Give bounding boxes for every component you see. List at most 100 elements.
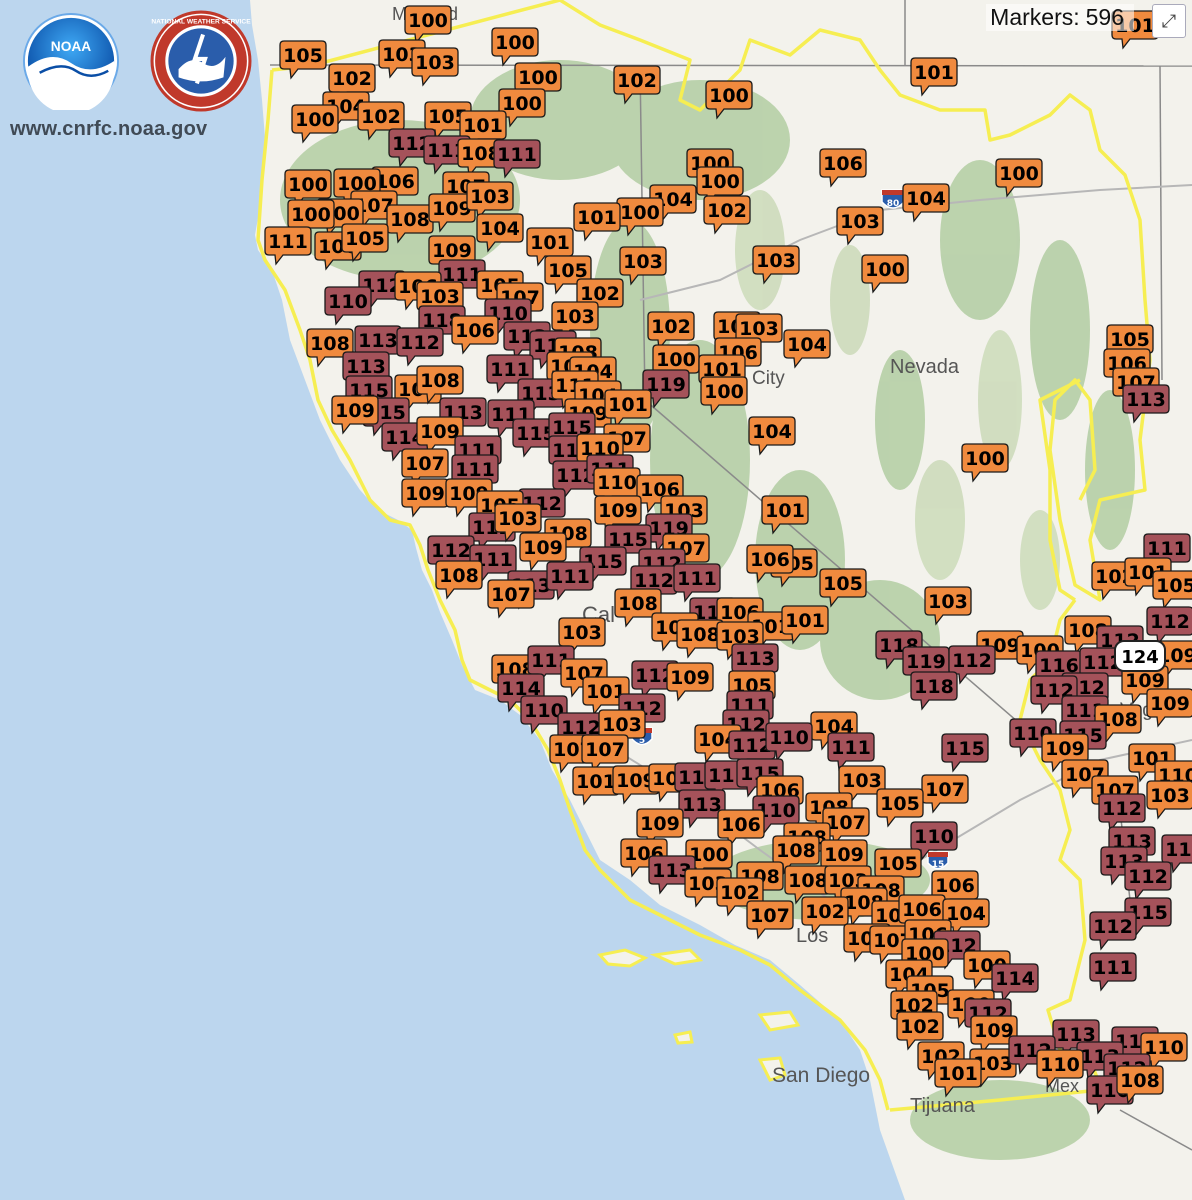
- temp-marker-value: 101: [530, 232, 570, 254]
- temp-marker-value: 100: [502, 93, 542, 115]
- nws-logo-icon: NATIONAL WEATHER SERVICE: [150, 10, 252, 112]
- temp-marker-value: 101: [577, 207, 617, 229]
- temp-marker-value: 104: [906, 188, 946, 210]
- temp-marker-value: 103: [739, 318, 779, 340]
- temp-marker-value: 103: [1150, 785, 1190, 807]
- temp-marker-value: 106: [375, 171, 415, 193]
- marker-count-label: Markers:: [990, 4, 1080, 30]
- temp-marker-value: 109: [523, 537, 563, 559]
- temp-marker-value: 104: [946, 903, 986, 925]
- temp-marker-value: 106: [935, 875, 975, 897]
- temp-marker-value: 102: [332, 68, 372, 90]
- temp-marker-value: 112: [400, 332, 440, 354]
- temp-marker-value: 112: [1093, 916, 1133, 938]
- temp-marker-value: 100: [965, 448, 1005, 470]
- logo-area: NOAA NATIONAL WEATHER SERVICE www.cnrfc.…: [8, 6, 256, 144]
- temp-marker-value: 101: [785, 610, 825, 632]
- temp-marker-value: 100: [865, 259, 905, 281]
- temp-marker-value: 111: [455, 459, 495, 481]
- temp-marker-value: 107: [826, 812, 866, 834]
- temp-marker-value: 109: [670, 667, 710, 689]
- temp-marker-value: 111: [550, 566, 590, 588]
- temp-marker-value: 103: [842, 770, 882, 792]
- temp-marker-value: 109: [974, 1020, 1014, 1042]
- temp-marker-value: 111: [268, 231, 308, 253]
- city-label-san-diego: San Diego: [772, 1064, 870, 1087]
- temp-marker-value: 113: [346, 356, 386, 378]
- temp-marker-value: 105: [283, 45, 323, 67]
- temp-marker-value: 109: [1045, 738, 1085, 760]
- temp-marker-value: 100: [495, 32, 535, 54]
- temp-marker-value: 106: [455, 320, 495, 342]
- temp-marker-value: 106: [750, 549, 790, 571]
- marker-count: Markers: 596: [986, 4, 1134, 31]
- temp-marker-value: 108: [618, 593, 658, 615]
- temp-marker-value: 107: [750, 905, 790, 927]
- noaa-logo-text: NOAA: [51, 39, 91, 54]
- temp-marker-value: 108: [439, 565, 479, 587]
- temp-marker-value: 112: [1150, 611, 1190, 633]
- temp-marker-value: 111: [497, 144, 537, 166]
- temp-marker-value: 108: [776, 840, 816, 862]
- temp-marker-value: 100: [291, 204, 331, 226]
- temp-marker-value: 100: [709, 85, 749, 107]
- temp-marker-value: 119: [906, 651, 946, 673]
- temp-marker-value: 100: [620, 202, 660, 224]
- temp-marker-value: 103: [498, 508, 538, 530]
- temp-marker-value: 109: [432, 240, 472, 262]
- temp-marker-value: 109: [598, 500, 638, 522]
- temp-marker-value: 105: [823, 573, 863, 595]
- temp-marker-value: 113: [1126, 389, 1166, 411]
- temp-marker-value: 103: [840, 211, 880, 233]
- temp-marker-value: 111: [831, 737, 871, 759]
- temp-marker-value: 104: [480, 218, 520, 240]
- temp-marker-value: 107: [491, 584, 531, 606]
- temp-marker-value: 105: [1110, 329, 1150, 351]
- temp-marker-value: 112: [952, 650, 992, 672]
- temp-marker-value: 109: [335, 400, 375, 422]
- temp-marker-value: 106: [721, 814, 761, 836]
- route-shield-124: 124: [1114, 640, 1166, 672]
- temp-marker-value: 103: [420, 286, 460, 308]
- temp-marker-value: 109: [640, 813, 680, 835]
- temp-marker-value: 110: [769, 727, 809, 749]
- temp-marker-value: 108: [680, 624, 720, 646]
- temp-marker-value: 100: [999, 163, 1039, 185]
- temp-marker-value: 111: [1093, 957, 1133, 979]
- temp-marker-value: 105: [1156, 575, 1192, 597]
- temp-marker-value: 113: [735, 648, 775, 670]
- temp-marker-value: 101: [765, 500, 805, 522]
- temp-marker-value: 106: [902, 899, 942, 921]
- temp-marker-value: 100: [288, 174, 328, 196]
- temp-marker-value: 109: [432, 198, 472, 220]
- temp-marker-value: 112: [1128, 866, 1168, 888]
- temp-marker-value: 101: [608, 394, 648, 416]
- temp-marker-value: 103: [623, 251, 663, 273]
- temp-marker-value: 109: [1150, 693, 1190, 715]
- temp-marker-value: 109: [405, 483, 445, 505]
- temp-marker-value: 103: [415, 52, 455, 74]
- temp-marker-value: 102: [651, 316, 691, 338]
- marker-count-value: 596: [1085, 4, 1124, 30]
- temp-marker-value: 105: [878, 853, 918, 875]
- nws-logo-text: NATIONAL WEATHER SERVICE: [151, 18, 251, 25]
- temp-marker-value: 112: [431, 540, 471, 562]
- temp-marker-value: 102: [361, 106, 401, 128]
- temp-marker-value: 107: [925, 779, 965, 801]
- temp-marker-value: 105: [880, 793, 920, 815]
- svg-text:15: 15: [932, 860, 945, 870]
- temperature-map[interactable]: Medford City Nevada Cal Los San Diego Ti…: [0, 0, 1192, 1200]
- temp-marker-value: 103: [555, 306, 595, 328]
- temp-marker-value: 108: [788, 870, 828, 892]
- temp-marker-value: 101: [576, 771, 616, 793]
- temp-marker-value: 101: [938, 1063, 978, 1085]
- temp-marker-value: 104: [752, 421, 792, 443]
- temp-marker-value: 100: [700, 171, 740, 193]
- temp-marker-value: 111: [1147, 538, 1187, 560]
- temp-marker-value: 110: [914, 826, 954, 848]
- fullscreen-button[interactable]: ⤢: [1152, 4, 1186, 38]
- temp-marker-value: 102: [707, 200, 747, 222]
- temp-marker-value: 110: [1040, 1054, 1080, 1076]
- site-url: www.cnrfc.noaa.gov: [10, 118, 208, 140]
- temp-marker-value: 103: [602, 714, 642, 736]
